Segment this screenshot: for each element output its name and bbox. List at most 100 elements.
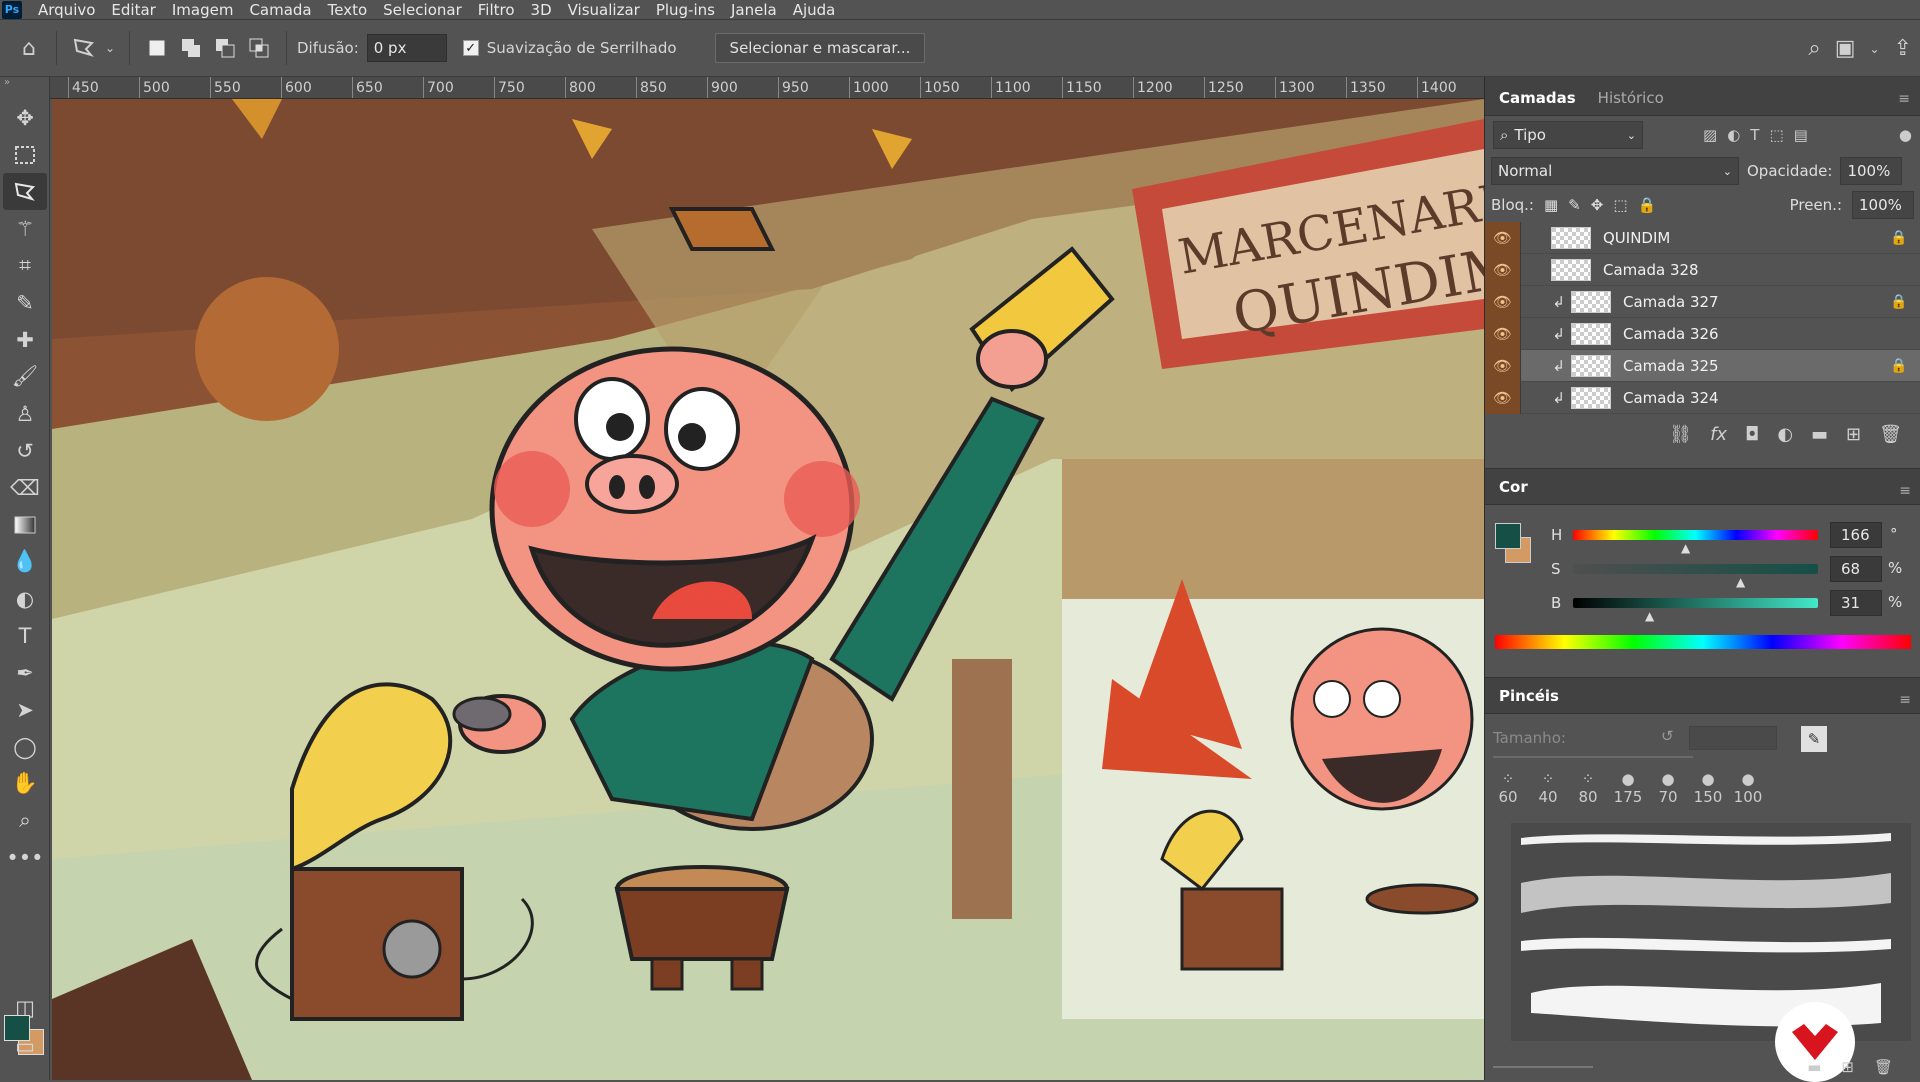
hue-slider[interactable] bbox=[1573, 530, 1818, 540]
zoom-tool-icon[interactable]: ⌕ bbox=[3, 802, 47, 839]
filter-type-icon[interactable]: T bbox=[1750, 126, 1759, 144]
brush-preset[interactable]: ● 150 bbox=[1693, 770, 1723, 806]
healing-brush-icon[interactable]: ✚ bbox=[3, 321, 47, 358]
lock-paint-icon[interactable]: ✎ bbox=[1568, 196, 1581, 214]
hue-input[interactable]: 166 bbox=[1830, 522, 1882, 548]
type-tool-icon[interactable]: T bbox=[3, 617, 47, 654]
fill-input[interactable]: 100% bbox=[1852, 191, 1914, 219]
brush-tool-icon[interactable]: 🖌 bbox=[3, 358, 47, 395]
opacity-input[interactable]: 100% bbox=[1840, 157, 1903, 185]
feather-input[interactable]: 0 px bbox=[366, 34, 447, 62]
pen-tool-icon[interactable]: ✒ bbox=[3, 654, 47, 691]
menu-visualizar[interactable]: Visualizar bbox=[560, 0, 648, 20]
brush-preset[interactable]: ● 175 bbox=[1613, 770, 1643, 806]
new-layer-icon[interactable]: ⊞ bbox=[1846, 424, 1861, 445]
layer-row-selected[interactable]: 👁 ↲ Camada 325 🔒 bbox=[1485, 349, 1920, 382]
workspace-icon[interactable]: ▣ bbox=[1835, 36, 1856, 61]
blend-mode-select[interactable]: Normal ⌄ bbox=[1491, 157, 1739, 185]
menu-ajuda[interactable]: Ajuda bbox=[785, 0, 844, 20]
delete-layer-icon[interactable]: 🗑 bbox=[1879, 424, 1902, 445]
menu-plugins[interactable]: Plug-ins bbox=[648, 0, 723, 20]
search-icon[interactable]: ⌕ bbox=[1808, 36, 1820, 61]
chevron-down-icon[interactable]: ⌄ bbox=[1870, 42, 1880, 56]
visibility-eye-icon[interactable]: 👁 bbox=[1485, 349, 1521, 382]
brush-preset[interactable]: ⁘ 60 bbox=[1493, 770, 1523, 806]
menu-camada[interactable]: Camada bbox=[241, 0, 319, 20]
brightness-input[interactable]: 31 bbox=[1830, 590, 1882, 616]
layer-filter-select[interactable]: ⌕ Tipo ⌄ bbox=[1493, 121, 1643, 149]
preview-size-slider[interactable] bbox=[1493, 1066, 1593, 1068]
hand-tool-icon[interactable]: ✋ bbox=[3, 765, 47, 802]
panel-menu-icon[interactable]: ≡ bbox=[1899, 483, 1911, 499]
move-tool-icon[interactable]: ✥ bbox=[3, 99, 47, 136]
menu-imagem[interactable]: Imagem bbox=[164, 0, 242, 20]
menu-3d[interactable]: 3D bbox=[523, 0, 560, 20]
hue-slider-handle[interactable]: ▲ bbox=[1681, 541, 1690, 555]
filter-shape-icon[interactable]: ⬚ bbox=[1769, 126, 1783, 144]
menu-selecionar[interactable]: Selecionar bbox=[375, 0, 470, 20]
path-selection-icon[interactable]: ➤ bbox=[3, 691, 47, 728]
antialias-checkbox[interactable]: ✓ bbox=[462, 40, 479, 56]
intersect-selection-icon[interactable] bbox=[242, 31, 276, 65]
lock-all-icon[interactable]: 🔒 bbox=[1638, 196, 1657, 214]
add-selection-icon[interactable] bbox=[174, 31, 208, 65]
visibility-eye-icon[interactable]: 👁 bbox=[1485, 381, 1521, 414]
color-panel-swatches[interactable] bbox=[1495, 523, 1531, 565]
new-selection-icon[interactable] bbox=[140, 31, 174, 65]
visibility-eye-icon[interactable]: 👁 bbox=[1485, 317, 1521, 350]
chevron-down-icon[interactable]: ⌄ bbox=[101, 31, 119, 65]
adjustment-layer-icon[interactable]: ◐ bbox=[1777, 424, 1793, 445]
lock-position-icon[interactable]: ✥ bbox=[1591, 196, 1604, 214]
brush-preset[interactable]: ⁘ 80 bbox=[1573, 770, 1603, 806]
brush-size-input[interactable] bbox=[1689, 726, 1777, 750]
crop-tool-icon[interactable]: ⌗ bbox=[3, 247, 47, 284]
brush-settings-icon[interactable]: ✎ bbox=[1801, 726, 1827, 752]
magic-wand-icon[interactable]: ⚚ bbox=[3, 210, 47, 247]
brush-size-slider[interactable] bbox=[1493, 756, 1693, 758]
layer-row[interactable]: 👁 ↲ Camada 327 🔒 bbox=[1485, 285, 1920, 318]
filter-pixel-icon[interactable]: ▨ bbox=[1703, 126, 1717, 144]
panel-menu-icon[interactable]: ≡ bbox=[1899, 692, 1911, 708]
panel-foreground-swatch[interactable] bbox=[1495, 523, 1521, 549]
new-group-icon[interactable]: ▬ bbox=[1811, 424, 1828, 445]
visibility-eye-icon[interactable]: 👁 bbox=[1485, 253, 1521, 286]
marquee-tool-icon[interactable] bbox=[3, 136, 47, 173]
collapse-icon[interactable]: » bbox=[0, 77, 49, 99]
brush-preset[interactable]: ● 100 bbox=[1733, 770, 1763, 806]
saturation-slider[interactable] bbox=[1573, 564, 1818, 574]
layer-row[interactable]: 👁 Camada 328 bbox=[1485, 253, 1920, 286]
brightness-slider-handle[interactable]: ▲ bbox=[1645, 609, 1654, 623]
brightness-slider[interactable] bbox=[1573, 598, 1818, 608]
blur-tool-icon[interactable]: 💧 bbox=[3, 543, 47, 580]
polygonal-lasso-icon[interactable] bbox=[67, 31, 101, 65]
filter-toggle-icon[interactable]: ● bbox=[1899, 126, 1912, 144]
tab-history[interactable]: Histórico bbox=[1588, 89, 1676, 115]
add-mask-icon[interactable]: ◘ bbox=[1745, 424, 1759, 445]
filter-adjustment-icon[interactable]: ◐ bbox=[1727, 126, 1740, 144]
ellipse-tool-icon[interactable]: ◯ bbox=[3, 728, 47, 765]
brush-preset[interactable]: ⁘ 40 bbox=[1533, 770, 1563, 806]
dodge-tool-icon[interactable]: ◐ bbox=[3, 580, 47, 617]
layer-row[interactable]: 👁 ↲ Camada 326 bbox=[1485, 317, 1920, 350]
link-layers-icon[interactable]: ⛓ bbox=[1669, 424, 1692, 445]
document-canvas[interactable]: MARCENARIA QUINDIM bbox=[52, 99, 1484, 1080]
filter-smart-object-icon[interactable]: ▤ bbox=[1794, 126, 1808, 144]
panel-menu-icon[interactable]: ≡ bbox=[1898, 91, 1910, 107]
eraser-icon[interactable]: ⌫ bbox=[3, 469, 47, 506]
more-tools-icon[interactable]: ••• bbox=[3, 839, 47, 876]
brush-preset[interactable]: ● 70 bbox=[1653, 770, 1683, 806]
select-and-mask-button[interactable]: Selecionar e mascarar... bbox=[714, 33, 926, 63]
foreground-color-swatch[interactable] bbox=[4, 1015, 30, 1041]
brush-list[interactable] bbox=[1511, 823, 1911, 1041]
menu-filtro[interactable]: Filtro bbox=[470, 0, 523, 20]
gradient-tool-icon[interactable] bbox=[3, 506, 47, 543]
saturation-slider-handle[interactable]: ▲ bbox=[1736, 575, 1745, 589]
layer-row[interactable]: 👁 ↲ Camada 324 bbox=[1485, 381, 1920, 414]
reset-size-icon[interactable]: ↺ bbox=[1661, 727, 1674, 745]
history-brush-icon[interactable]: ↺ bbox=[3, 432, 47, 469]
new-brush-icon[interactable]: ⊞ bbox=[1841, 1058, 1854, 1076]
share-icon[interactable]: ⇪ bbox=[1894, 36, 1912, 61]
subtract-selection-icon[interactable] bbox=[208, 31, 242, 65]
home-icon[interactable]: ⌂ bbox=[12, 31, 46, 65]
lasso-tool-icon[interactable] bbox=[3, 173, 47, 210]
